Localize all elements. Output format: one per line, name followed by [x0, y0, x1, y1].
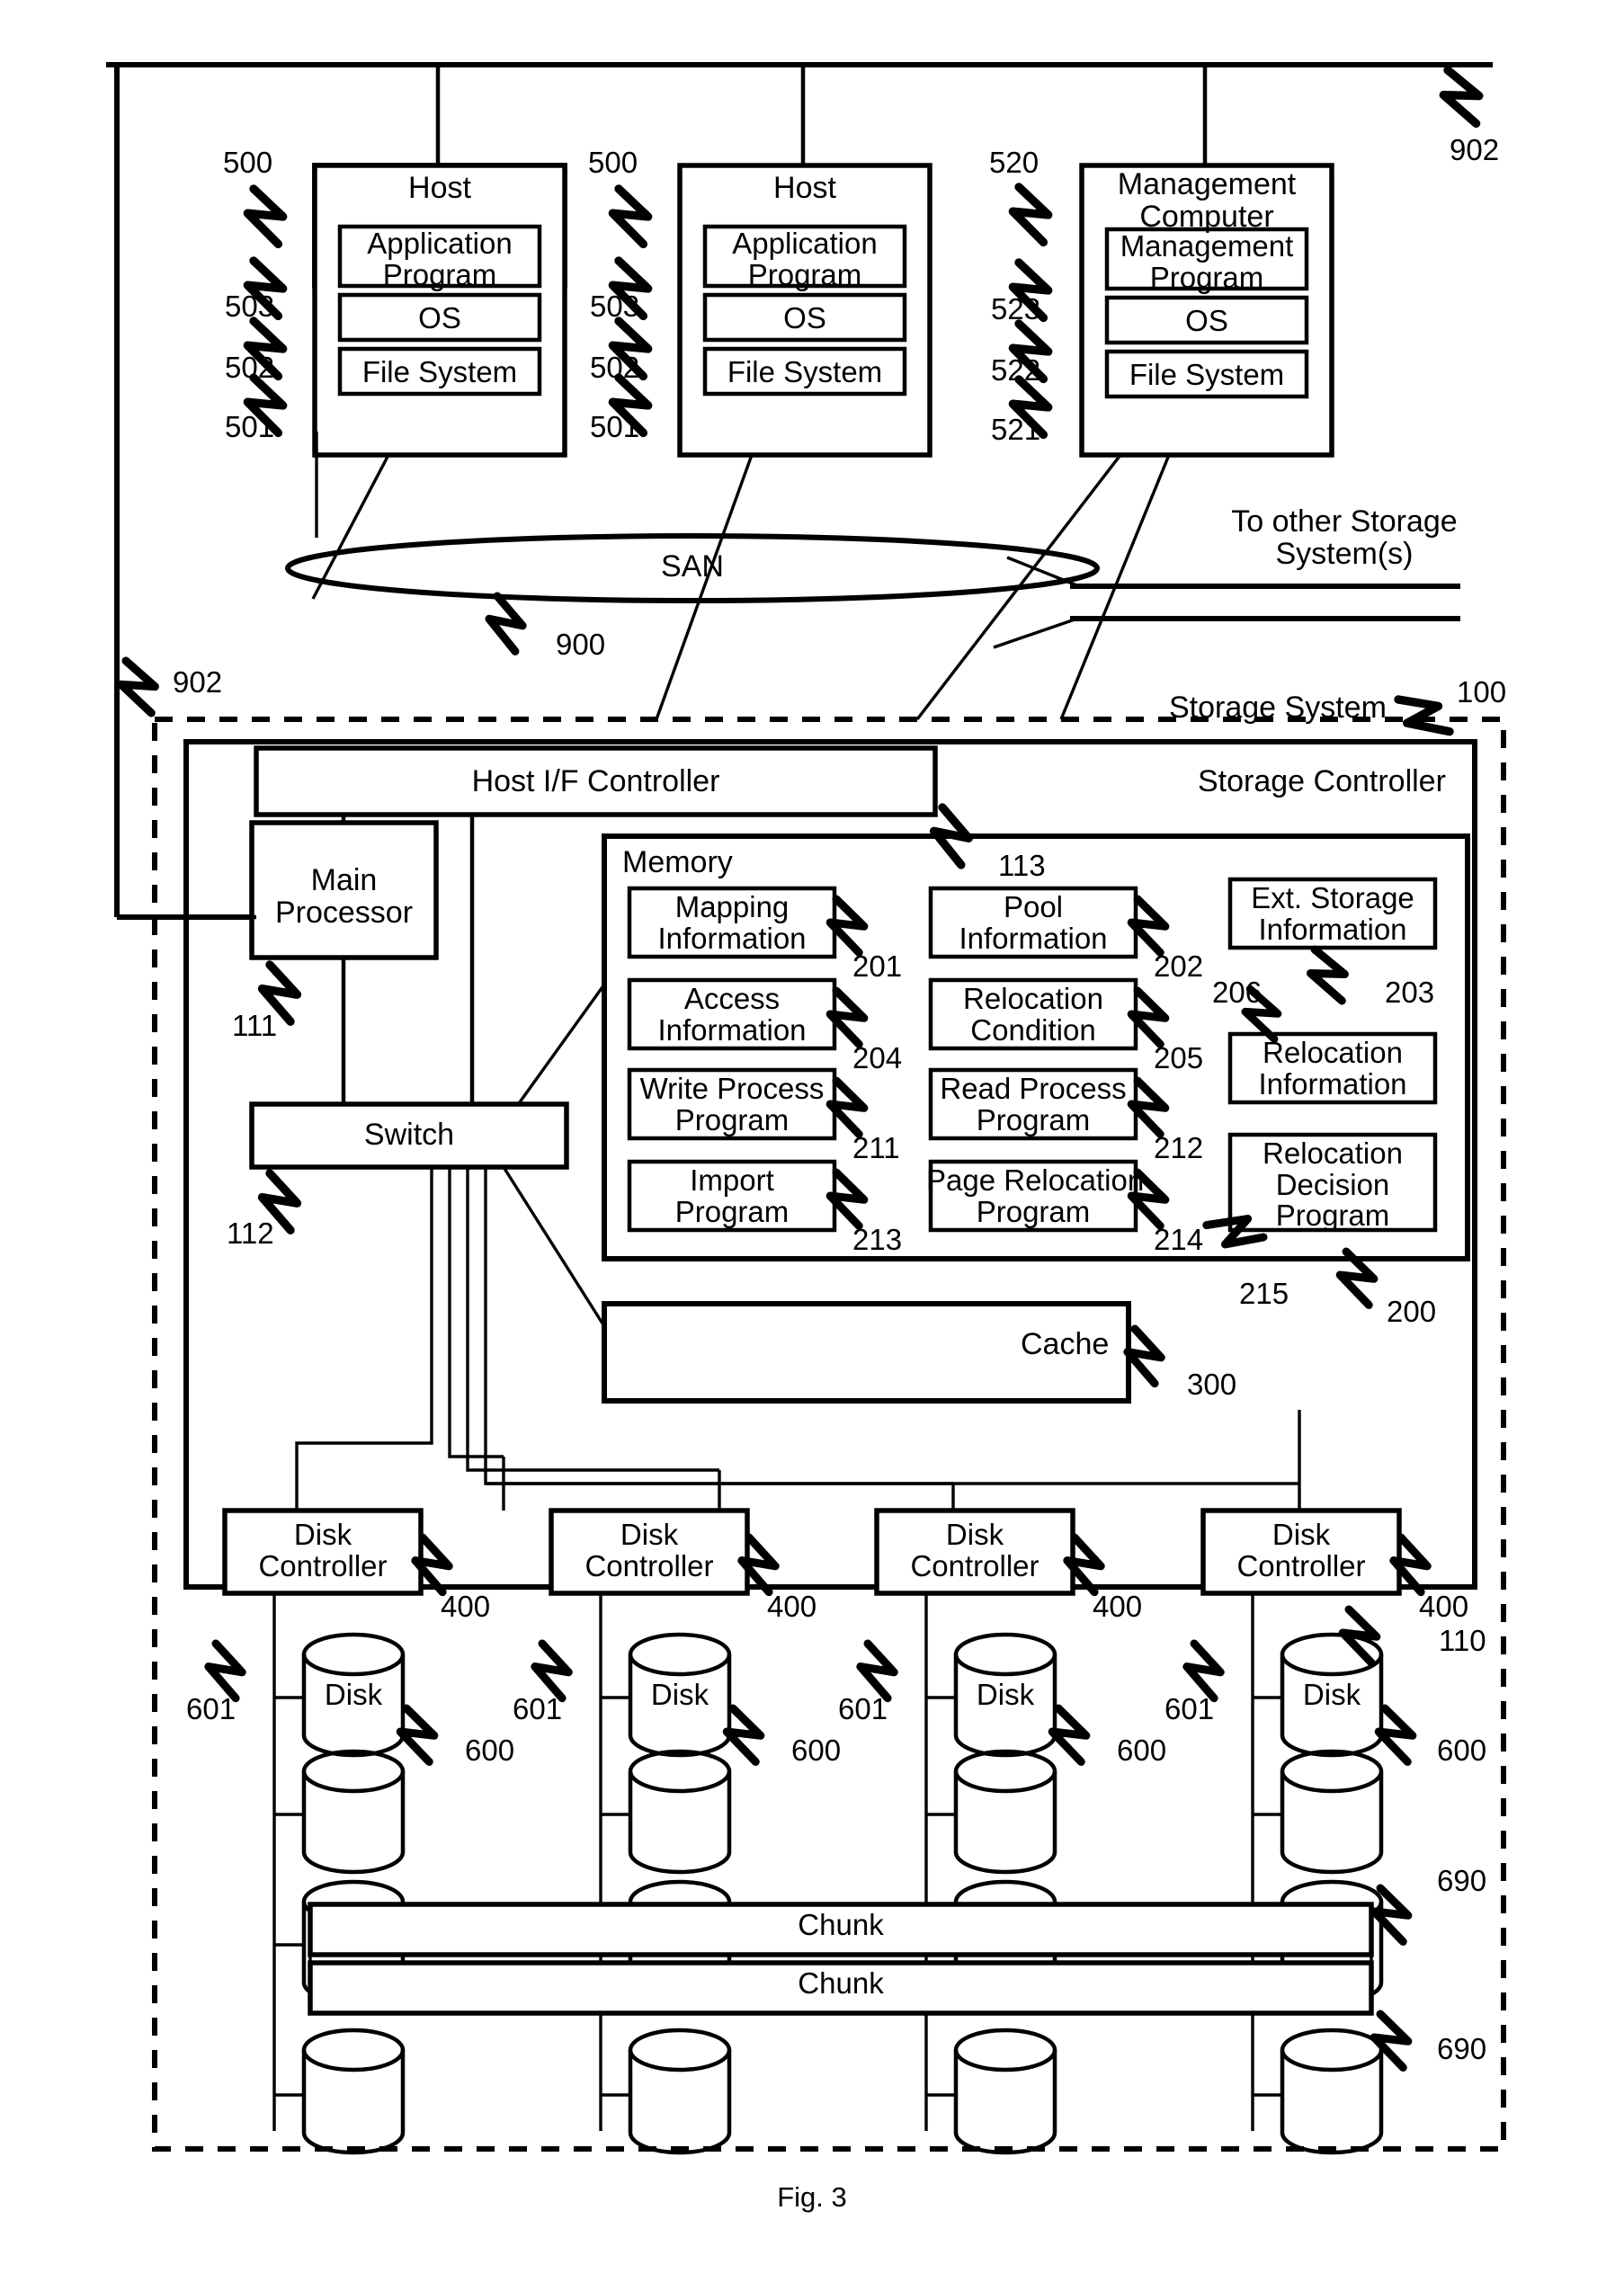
ref-main-processor-111: 111 — [232, 1009, 278, 1042]
memory-item-page-relocation-program: Page Relocation Program — [926, 1163, 1145, 1228]
ref-disk-600-1: 600 — [791, 1734, 842, 1767]
figure-caption: Fig. 3 — [777, 2181, 847, 2213]
ref-host1-502: 502 — [225, 351, 275, 384]
ref-disk-array-110: 110 — [1439, 1624, 1486, 1657]
ref-host-if-113: 113 — [998, 849, 1046, 882]
management-program: Management Program — [1120, 229, 1294, 294]
ref-san-900: 900 — [556, 628, 606, 661]
disk-controller-label-1: Disk Controller — [584, 1518, 714, 1582]
ref-213: 213 — [852, 1223, 903, 1256]
ref-chunk-690-0: 690 — [1437, 1864, 1487, 1897]
management-os: OS — [1185, 304, 1228, 337]
ref-host1-503: 503 — [225, 290, 275, 323]
host-if-controller-label: Host I/F Controller — [471, 764, 720, 798]
ref-host2-502: 502 — [590, 351, 640, 384]
san-label: SAN — [661, 549, 724, 584]
ref-mgmt-522: 522 — [991, 353, 1041, 387]
cache-label: Cache — [1021, 1327, 1110, 1361]
ref-disk-controller-400-0: 400 — [441, 1590, 491, 1623]
disk-controller-label-0: Disk Controller — [258, 1518, 388, 1582]
main-processor-label: Main Processor — [274, 863, 414, 930]
ref-mgmt-521: 521 — [991, 413, 1041, 446]
figure-canvas: .s { fill:none; stroke:#000; stroke-widt… — [0, 0, 1624, 2273]
disk-label-1: Disk — [650, 1678, 709, 1711]
memory-item-ext-storage-information: Ext. Storage Information — [1251, 881, 1414, 946]
memory-item-mapping-information: Mapping Information — [657, 890, 807, 955]
memory-item-relocation-information: Relocation Information — [1258, 1036, 1407, 1101]
ref-memory-200: 200 — [1387, 1295, 1437, 1328]
ref-215: 215 — [1239, 1277, 1289, 1310]
management-file-system: File System — [1129, 358, 1285, 391]
host1-title: Host — [408, 171, 471, 205]
ref-disk-controller-400-1: 400 — [767, 1590, 817, 1623]
management-computer-title: Management Computer — [1117, 167, 1297, 234]
disk-label-3: Disk — [1302, 1678, 1361, 1711]
memory-item-read-process-program: Read Process Program — [940, 1072, 1127, 1136]
ref-disk-600-0: 600 — [465, 1734, 515, 1767]
memory-item-import-program: Import Program — [674, 1163, 790, 1228]
ref-host2-501: 501 — [590, 410, 640, 443]
ref-212: 212 — [1154, 1131, 1204, 1164]
host2-title: Host — [773, 171, 836, 205]
ref-bus-601-2: 601 — [838, 1692, 888, 1725]
host2-file-system: File System — [727, 355, 883, 388]
host1-file-system: File System — [361, 355, 518, 388]
ref-211: 211 — [852, 1131, 900, 1164]
storage-controller-label: Storage Controller — [1198, 764, 1446, 798]
host2-os: OS — [783, 301, 826, 334]
ref-bus-601-1: 601 — [513, 1692, 563, 1725]
ref-chunk-690-1: 690 — [1437, 2032, 1487, 2065]
ref-disk-controller-400-3: 400 — [1419, 1590, 1469, 1623]
host1-application-program: Application Program — [367, 227, 513, 291]
storage-system-label: Storage System — [1169, 691, 1387, 725]
host2-application-program: Application Program — [732, 227, 878, 291]
memory-item-write-process-program: Write Process Program — [639, 1072, 825, 1136]
ref-host1-501: 501 — [225, 410, 275, 443]
ref-214: 214 — [1154, 1223, 1204, 1256]
disk-controller-label-2: Disk Controller — [910, 1518, 1040, 1582]
ref-202: 202 — [1154, 949, 1204, 983]
ref-host2-503: 503 — [590, 290, 640, 323]
ref-201: 201 — [852, 949, 903, 983]
disk-label-2: Disk — [976, 1678, 1035, 1711]
ref-bus-601-3: 601 — [1164, 1692, 1215, 1725]
switch-label: Switch — [363, 1118, 455, 1152]
ref-204: 204 — [852, 1041, 903, 1074]
disk-label-0: Disk — [324, 1678, 383, 1711]
ref-disk-600-2: 600 — [1117, 1734, 1167, 1767]
ref-storage-system-100: 100 — [1457, 675, 1507, 709]
ref-mgmt-523: 523 — [991, 292, 1041, 325]
ref-disk-controller-400-2: 400 — [1093, 1590, 1143, 1623]
ref-cache-300: 300 — [1187, 1368, 1237, 1401]
ref-mgmt-520: 520 — [989, 146, 1040, 179]
ref-host1-500: 500 — [223, 146, 273, 179]
ref-disk-600-3: 600 — [1437, 1734, 1487, 1767]
to-other-storage-label: To other Storage System(s) — [1231, 504, 1458, 571]
memory-item-relocation-decision-program: Relocation Decision Program — [1263, 1136, 1403, 1233]
memory-item-relocation-condition: Relocation Condition — [963, 982, 1103, 1047]
memory-item-access-information: Access Information — [657, 982, 807, 1047]
ref-902-left: 902 — [173, 665, 223, 699]
ref-switch-112: 112 — [227, 1217, 274, 1250]
memory-item-pool-information: Pool Information — [959, 890, 1108, 955]
ref-206: 206 — [1212, 976, 1263, 1009]
host1-os: OS — [418, 301, 461, 334]
ref-203: 203 — [1385, 976, 1435, 1009]
chunk-label-1: Chunk — [798, 1966, 884, 2000]
ref-205: 205 — [1154, 1041, 1204, 1074]
chunk-label-0: Chunk — [798, 1908, 884, 1941]
ref-bus-601-0: 601 — [186, 1692, 236, 1725]
disk-controller-label-3: Disk Controller — [1236, 1518, 1366, 1582]
memory-title: Memory — [622, 845, 733, 879]
ref-902-top: 902 — [1450, 133, 1500, 166]
ref-host2-500: 500 — [588, 146, 638, 179]
